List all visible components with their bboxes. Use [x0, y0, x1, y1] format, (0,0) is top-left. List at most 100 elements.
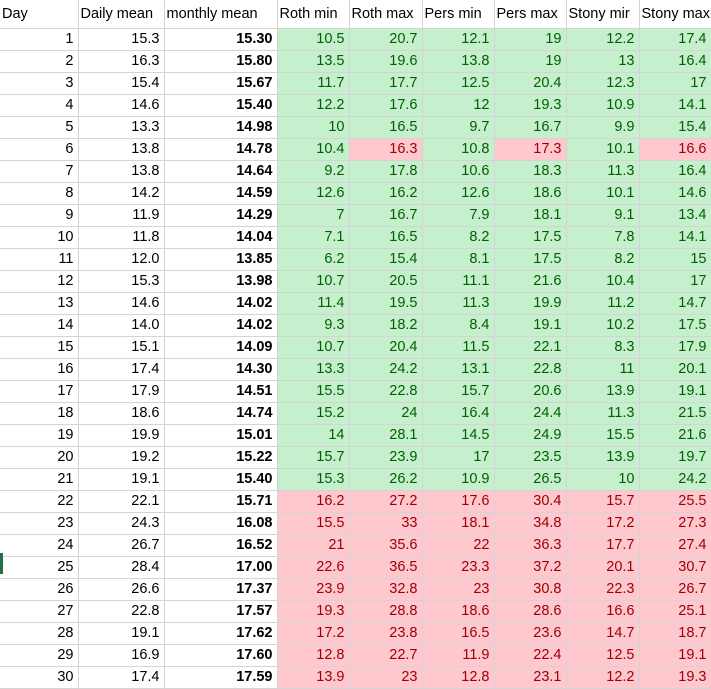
cell-day[interactable]: 9 — [0, 204, 79, 227]
cell-roth-min[interactable]: 12.6 — [277, 182, 350, 205]
cell-monthly-mean[interactable]: 17.62 — [164, 622, 278, 645]
cell-stony-max[interactable]: 15 — [639, 248, 711, 271]
cell-roth-min[interactable]: 22.6 — [277, 556, 350, 579]
cell-monthly-mean[interactable]: 14.78 — [164, 138, 278, 161]
cell-monthly-mean[interactable]: 14.64 — [164, 160, 278, 183]
cell-stony-min[interactable]: 10.1 — [566, 182, 640, 205]
cell-monthly-mean[interactable]: 15.80 — [164, 50, 278, 73]
cell-pers-max[interactable]: 17.3 — [494, 138, 567, 161]
cell-day[interactable]: 19 — [0, 424, 79, 447]
cell-roth-max[interactable]: 23.8 — [349, 622, 423, 645]
cell-pers-min[interactable]: 8.1 — [422, 248, 495, 271]
cell-pers-max[interactable]: 19.3 — [494, 94, 567, 117]
cell-roth-max[interactable]: 23.9 — [349, 446, 423, 469]
cell-stony-max[interactable]: 17.9 — [639, 336, 711, 359]
cell-pers-min[interactable]: 13.1 — [422, 358, 495, 381]
cell-pers-min[interactable]: 11.3 — [422, 292, 495, 315]
cell-daily-mean[interactable]: 15.4 — [78, 72, 165, 95]
cell-monthly-mean[interactable]: 14.30 — [164, 358, 278, 381]
cell-pers-min[interactable]: 13.8 — [422, 50, 495, 73]
cell-roth-min[interactable]: 7 — [277, 204, 350, 227]
cell-stony-max[interactable]: 26.7 — [639, 578, 711, 601]
cell-roth-max[interactable]: 16.7 — [349, 204, 423, 227]
cell-monthly-mean[interactable]: 13.98 — [164, 270, 278, 293]
cell-stony-min[interactable]: 7.8 — [566, 226, 640, 249]
cell-daily-mean[interactable]: 19.2 — [78, 446, 165, 469]
cell-roth-min[interactable]: 13.3 — [277, 358, 350, 381]
cell-daily-mean[interactable]: 11.9 — [78, 204, 165, 227]
cell-pers-min[interactable]: 23 — [422, 578, 495, 601]
cell-monthly-mean[interactable]: 16.52 — [164, 534, 278, 557]
cell-stony-min[interactable]: 12.5 — [566, 644, 640, 667]
cell-stony-min[interactable]: 15.7 — [566, 490, 640, 513]
cell-roth-max[interactable]: 20.7 — [349, 28, 423, 51]
cell-pers-max[interactable]: 23.6 — [494, 622, 567, 645]
cell-pers-max[interactable]: 20.6 — [494, 380, 567, 403]
cell-pers-max[interactable]: 17.5 — [494, 226, 567, 249]
cell-roth-min[interactable]: 7.1 — [277, 226, 350, 249]
cell-pers-min[interactable]: 8.4 — [422, 314, 495, 337]
cell-day[interactable]: 12 — [0, 270, 79, 293]
cell-monthly-mean[interactable]: 13.85 — [164, 248, 278, 271]
cell-roth-max[interactable]: 19.5 — [349, 292, 423, 315]
cell-pers-max[interactable]: 19 — [494, 28, 567, 51]
cell-pers-max[interactable]: 30.8 — [494, 578, 567, 601]
cell-stony-max[interactable]: 24.2 — [639, 468, 711, 491]
cell-monthly-mean[interactable]: 17.57 — [164, 600, 278, 623]
cell-roth-min[interactable]: 21 — [277, 534, 350, 557]
cell-stony-min[interactable]: 15.5 — [566, 424, 640, 447]
cell-stony-max[interactable]: 27.4 — [639, 534, 711, 557]
cell-stony-min[interactable]: 8.3 — [566, 336, 640, 359]
cell-stony-min[interactable]: 10.4 — [566, 270, 640, 293]
cell-daily-mean[interactable]: 12.0 — [78, 248, 165, 271]
cell-pers-max[interactable]: 21.6 — [494, 270, 567, 293]
cell-day[interactable]: 14 — [0, 314, 79, 337]
cell-pers-max[interactable]: 26.5 — [494, 468, 567, 491]
cell-daily-mean[interactable]: 17.9 — [78, 380, 165, 403]
cell-pers-min[interactable]: 14.5 — [422, 424, 495, 447]
cell-monthly-mean[interactable]: 15.30 — [164, 28, 278, 51]
cell-roth-max[interactable]: 16.5 — [349, 226, 423, 249]
cell-roth-max[interactable]: 22.7 — [349, 644, 423, 667]
cell-roth-max[interactable]: 16.3 — [349, 138, 423, 161]
cell-stony-max[interactable]: 18.7 — [639, 622, 711, 645]
cell-roth-max[interactable]: 17.7 — [349, 72, 423, 95]
cell-stony-max[interactable]: 14.6 — [639, 182, 711, 205]
cell-roth-min[interactable]: 13.5 — [277, 50, 350, 73]
cell-roth-max[interactable]: 35.6 — [349, 534, 423, 557]
header-daily-mean[interactable]: Daily mean — [78, 0, 165, 29]
cell-stony-min[interactable]: 22.3 — [566, 578, 640, 601]
cell-roth-min[interactable]: 15.2 — [277, 402, 350, 425]
cell-monthly-mean[interactable]: 14.02 — [164, 314, 278, 337]
cell-day[interactable]: 18 — [0, 402, 79, 425]
cell-pers-max[interactable]: 22.4 — [494, 644, 567, 667]
cell-stony-min[interactable]: 13.9 — [566, 380, 640, 403]
cell-daily-mean[interactable]: 11.8 — [78, 226, 165, 249]
cell-roth-max[interactable]: 16.2 — [349, 182, 423, 205]
cell-stony-min[interactable]: 10.2 — [566, 314, 640, 337]
cell-roth-min[interactable]: 12.2 — [277, 94, 350, 117]
cell-stony-max[interactable]: 14.1 — [639, 94, 711, 117]
cell-pers-max[interactable]: 36.3 — [494, 534, 567, 557]
cell-stony-max[interactable]: 17 — [639, 270, 711, 293]
cell-stony-max[interactable]: 15.4 — [639, 116, 711, 139]
cell-pers-min[interactable]: 11.1 — [422, 270, 495, 293]
cell-pers-min[interactable]: 10.9 — [422, 468, 495, 491]
cell-roth-max[interactable]: 23 — [349, 666, 423, 689]
cell-monthly-mean[interactable]: 17.60 — [164, 644, 278, 667]
cell-day[interactable]: 3 — [0, 72, 79, 95]
cell-pers-min[interactable]: 22 — [422, 534, 495, 557]
cell-roth-min[interactable]: 13.9 — [277, 666, 350, 689]
cell-roth-min[interactable]: 10.7 — [277, 270, 350, 293]
cell-stony-max[interactable]: 21.6 — [639, 424, 711, 447]
cell-stony-min[interactable]: 20.1 — [566, 556, 640, 579]
cell-day[interactable]: 1 — [0, 28, 79, 51]
cell-roth-max[interactable]: 32.8 — [349, 578, 423, 601]
cell-monthly-mean[interactable]: 14.98 — [164, 116, 278, 139]
cell-roth-min[interactable]: 23.9 — [277, 578, 350, 601]
cell-roth-min[interactable]: 12.8 — [277, 644, 350, 667]
cell-pers-min[interactable]: 7.9 — [422, 204, 495, 227]
cell-pers-min[interactable]: 23.3 — [422, 556, 495, 579]
cell-stony-min[interactable]: 11.2 — [566, 292, 640, 315]
cell-day[interactable]: 27 — [0, 600, 79, 623]
